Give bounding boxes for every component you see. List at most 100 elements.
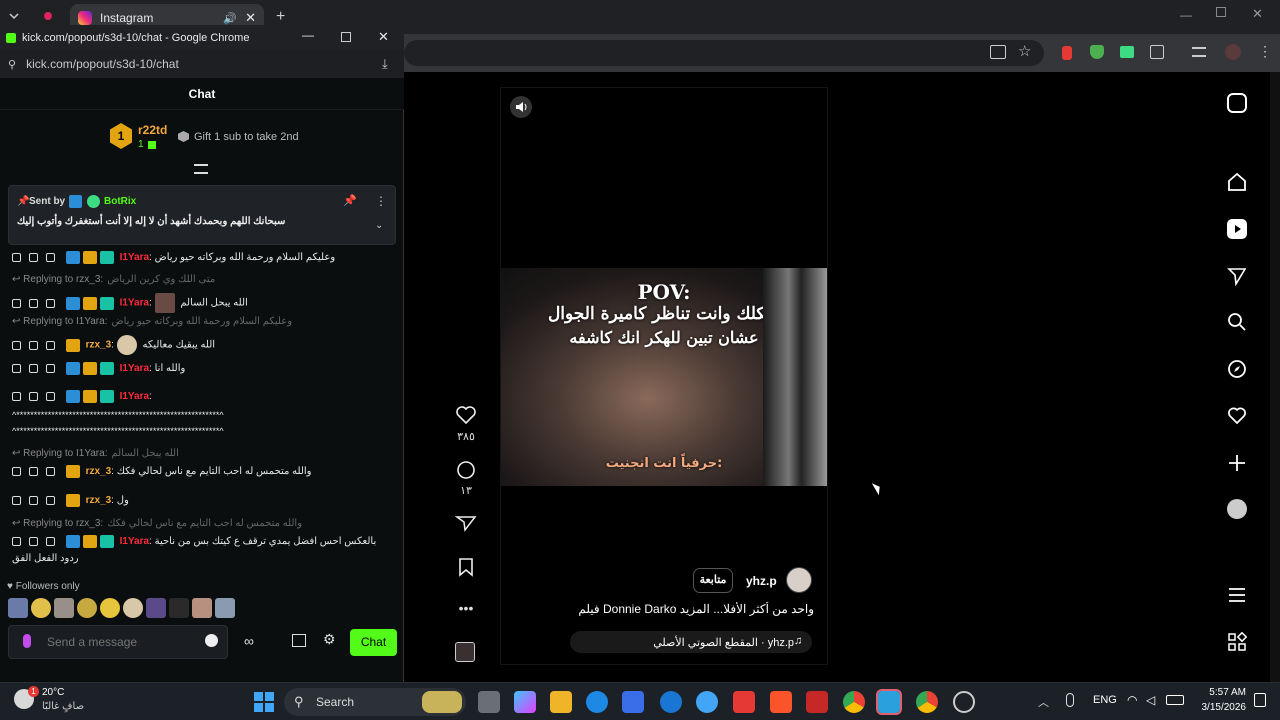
close-window-icon[interactable]: ✕ (1252, 6, 1263, 22)
message-input-box[interactable] (8, 625, 228, 659)
pinned-tab-icon[interactable] (44, 12, 52, 20)
chat-send-button[interactable]: Chat (350, 629, 397, 656)
main-address-bar[interactable] (404, 40, 1044, 66)
settings-app-icon[interactable] (953, 691, 975, 713)
message-username[interactable]: rzx_3 (86, 495, 112, 506)
minimize-icon[interactable]: — (1180, 8, 1192, 22)
store-icon[interactable] (292, 634, 306, 647)
ban-icon[interactable] (46, 467, 55, 476)
timeout-icon[interactable] (29, 298, 38, 308)
emote-image[interactable] (123, 598, 143, 618)
delete-icon[interactable] (12, 364, 21, 373)
chat-message[interactable]: I1Yara: وعليكم السلام ورحمة الله وبركاته… (12, 251, 335, 264)
timeout-icon[interactable] (29, 364, 38, 373)
media-control-icon[interactable] (1192, 47, 1206, 57)
site-info-icon[interactable]: ⚲ (8, 58, 16, 71)
chat-message[interactable]: I1Yara: (12, 390, 152, 403)
telegram-icon[interactable] (876, 689, 902, 715)
emote-image[interactable] (192, 598, 212, 618)
audio-cover-thumbnail[interactable] (455, 642, 475, 662)
page-scrollbar[interactable] (1270, 72, 1280, 682)
hidden-icons-chevron-icon[interactable]: ︿ (1038, 694, 1049, 710)
comment-icon[interactable] (455, 460, 477, 480)
extension-shield-icon[interactable] (1090, 45, 1104, 59)
reply-context[interactable]: ↩ Replying to rzx_3: والله متحمس له احب ا… (12, 518, 302, 529)
new-tab-icon[interactable]: + (276, 8, 285, 26)
hp-icon[interactable] (660, 691, 682, 713)
instagram-logo-icon[interactable] (1227, 93, 1247, 113)
chrome-menu-icon[interactable]: ⋮ (1258, 43, 1272, 60)
brave-icon[interactable] (770, 691, 792, 713)
ban-icon[interactable] (46, 340, 55, 350)
notification-bell-icon[interactable] (1254, 693, 1266, 707)
chat-message[interactable]: rzx_3: الله يبقيك معاليكه (12, 335, 215, 355)
microphone-tray-icon[interactable] (1066, 693, 1074, 707)
author-avatar[interactable] (786, 567, 812, 593)
more-menu-icon[interactable] (1227, 585, 1247, 605)
language-indicator[interactable]: ENG (1093, 694, 1117, 706)
gifter-name[interactable]: r22td (138, 123, 167, 137)
search-icon[interactable] (1227, 312, 1247, 332)
emoji-picker-icon[interactable] (205, 634, 218, 647)
youtube-icon[interactable] (733, 691, 755, 713)
collapse-leaderboard-icon[interactable] (194, 164, 208, 174)
ban-icon[interactable] (46, 298, 55, 308)
delete-icon[interactable] (12, 340, 21, 350)
ban-icon[interactable] (46, 364, 55, 373)
chat-message[interactable]: rzx_3: والله متحمس له احب التايم مع ناس … (12, 465, 312, 478)
also-from-meta-icon[interactable] (1227, 632, 1247, 652)
popup-minimize-icon[interactable]: — (302, 28, 314, 42)
ban-icon[interactable] (46, 392, 55, 401)
delete-icon[interactable] (12, 496, 21, 505)
chrome-icon[interactable] (843, 691, 865, 713)
timeout-icon[interactable] (29, 537, 38, 546)
message-username[interactable]: I1Yara (120, 298, 149, 309)
message-username[interactable]: rzx_3 (86, 466, 112, 477)
reply-context[interactable]: ↩ Replying to I1Yara: الله يبحل السالم (12, 448, 179, 459)
popup-close-icon[interactable]: ✕ (378, 29, 389, 45)
mute-toggle-icon[interactable] (510, 96, 532, 118)
chat-tools-icon[interactable]: ∞ (244, 633, 254, 649)
like-icon[interactable] (455, 405, 477, 425)
profile-icon[interactable] (1227, 499, 1247, 519)
author-name[interactable]: yhz.p (746, 574, 777, 588)
chat-settings-icon[interactable]: ⚙ (323, 631, 336, 648)
reply-context[interactable]: ↩ Replying to I1Yara: وعليكم السلام ورحمة… (12, 316, 292, 327)
emote-image[interactable] (77, 598, 97, 618)
ban-icon[interactable] (46, 496, 55, 505)
windows-start-icon[interactable] (254, 692, 274, 712)
reels-icon[interactable] (1227, 219, 1247, 239)
follow-button[interactable]: متابعة (693, 568, 733, 593)
timeout-icon[interactable] (29, 496, 38, 505)
timeout-icon[interactable] (29, 392, 38, 401)
message-username[interactable]: rzx_3 (86, 340, 112, 351)
more-options-icon[interactable]: ••• (455, 600, 477, 616)
file-explorer-icon[interactable] (550, 691, 572, 713)
timeout-icon[interactable] (29, 253, 38, 262)
emote-image[interactable] (100, 598, 120, 618)
emote-image[interactable] (169, 598, 189, 618)
wifi-icon[interactable]: ◠ (1127, 693, 1137, 707)
save-icon[interactable] (455, 557, 477, 577)
mcafee-icon[interactable] (806, 691, 828, 713)
reel-caption[interactable]: فيلم Donnie Darko واحد من أكثر الأفلا...… (560, 602, 814, 616)
chat-message[interactable]: rzx_3: ول (12, 494, 129, 507)
notifications-heart-icon[interactable] (1227, 406, 1247, 426)
clock-time[interactable]: 5:57 AM (1200, 687, 1246, 698)
messages-icon[interactable] (1227, 266, 1247, 286)
explore-icon[interactable] (1227, 359, 1247, 379)
microphone-icon[interactable] (23, 634, 31, 648)
clock-date[interactable]: 3/15/2026 (1190, 702, 1247, 713)
emote-image[interactable] (215, 598, 235, 618)
battery-icon[interactable] (1166, 695, 1184, 705)
edge-icon[interactable] (586, 691, 608, 713)
audio-pill[interactable]: المقطع الصوتي الأصلي · yhz.p ♫ (570, 631, 812, 653)
delete-icon[interactable] (12, 253, 21, 262)
volume-icon[interactable]: ◁ (1146, 693, 1155, 707)
chat-message[interactable]: I1Yara: والله انا (12, 362, 185, 375)
emote-image[interactable] (8, 598, 28, 618)
message-username[interactable]: I1Yara (120, 536, 149, 547)
pinned-sender[interactable]: BotRix (104, 196, 136, 207)
popup-maximize-icon[interactable] (341, 32, 351, 42)
home-icon[interactable] (1227, 172, 1247, 192)
